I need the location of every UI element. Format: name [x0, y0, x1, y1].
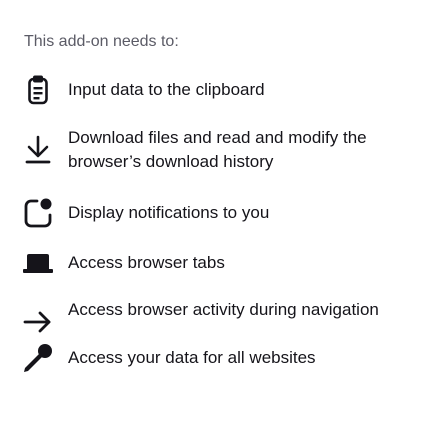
permission-item-all-websites: Access your data for all websites: [20, 340, 412, 376]
permission-label: Access browser activity during navigatio…: [68, 300, 379, 319]
permissions-heading: This add-on needs to:: [24, 33, 179, 50]
download-icon: [20, 132, 56, 168]
key-icon: [20, 340, 56, 376]
notification-icon: [20, 195, 56, 231]
permission-label: Display notifications to you: [68, 203, 270, 222]
permission-label: Access browser tabs: [68, 253, 225, 272]
arrow-right-icon: [20, 304, 56, 340]
clipboard-icon: [20, 72, 56, 108]
permissions-panel: This add-on needs to: Input data to the …: [0, 0, 428, 429]
permission-item-downloads: Download files and read and modify the b…: [20, 124, 412, 176]
permission-item-clipboard: Input data to the clipboard: [20, 72, 412, 108]
permission-label: Input data to the clipboard: [68, 80, 265, 99]
permission-label: Access your data for all websites: [68, 348, 316, 367]
tabs-icon: [20, 245, 56, 281]
permission-item-tabs: Access browser tabs: [20, 245, 412, 281]
permission-label: Download files and read and modify the b…: [68, 128, 367, 171]
permission-item-notifications: Display notifications to you: [20, 195, 412, 231]
